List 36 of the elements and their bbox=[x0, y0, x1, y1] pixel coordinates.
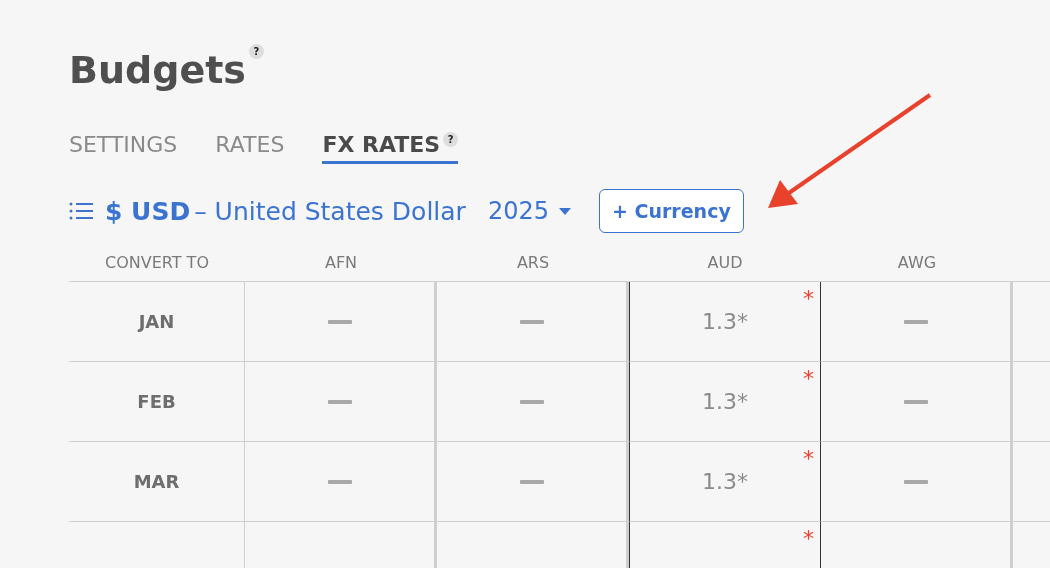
month-cell: JAN bbox=[69, 282, 245, 362]
required-mark: * bbox=[803, 448, 814, 470]
year-dropdown[interactable]: 2025 bbox=[487, 197, 571, 225]
tab[interactable]: FX RATES ? bbox=[322, 132, 459, 164]
list-icon[interactable] bbox=[69, 202, 93, 220]
base-currency-name: – United States Dollar bbox=[194, 196, 466, 226]
column-header: ARS bbox=[437, 244, 629, 282]
rate-value[interactable]: 1.3* bbox=[702, 309, 748, 334]
month-cell: MAR bbox=[69, 442, 245, 522]
tab[interactable]: SETTINGS bbox=[69, 132, 178, 164]
empty-value-icon bbox=[519, 399, 544, 404]
column-header: CONVERT TO bbox=[69, 244, 245, 282]
help-icon[interactable]: ? bbox=[443, 132, 459, 147]
required-mark: * bbox=[803, 368, 814, 390]
base-currency-code: $ USD bbox=[105, 196, 191, 226]
empty-value-icon bbox=[327, 479, 352, 484]
page-title: Budgets bbox=[69, 47, 246, 94]
empty-value-icon bbox=[327, 399, 352, 404]
column-header: AUD bbox=[629, 244, 821, 282]
add-currency-button[interactable]: + Currency bbox=[598, 189, 744, 233]
column-header: AWG bbox=[821, 244, 1013, 282]
empty-value-icon bbox=[519, 479, 544, 484]
empty-value-icon bbox=[903, 479, 928, 484]
empty-value-icon bbox=[519, 319, 544, 324]
tab[interactable]: RATES bbox=[215, 132, 285, 164]
rate-value[interactable]: 1.3* bbox=[702, 469, 748, 494]
empty-value-icon bbox=[903, 399, 928, 404]
column-header: AFN bbox=[245, 244, 437, 282]
empty-value-icon bbox=[327, 319, 352, 324]
caret-icon bbox=[558, 207, 571, 215]
help-icon[interactable]: ? bbox=[249, 44, 264, 59]
required-mark: * bbox=[803, 288, 814, 310]
month-cell: FEB bbox=[69, 362, 245, 442]
empty-value-icon bbox=[903, 319, 928, 324]
required-mark: * bbox=[803, 528, 814, 550]
rate-value[interactable]: 1.3* bbox=[702, 389, 748, 414]
